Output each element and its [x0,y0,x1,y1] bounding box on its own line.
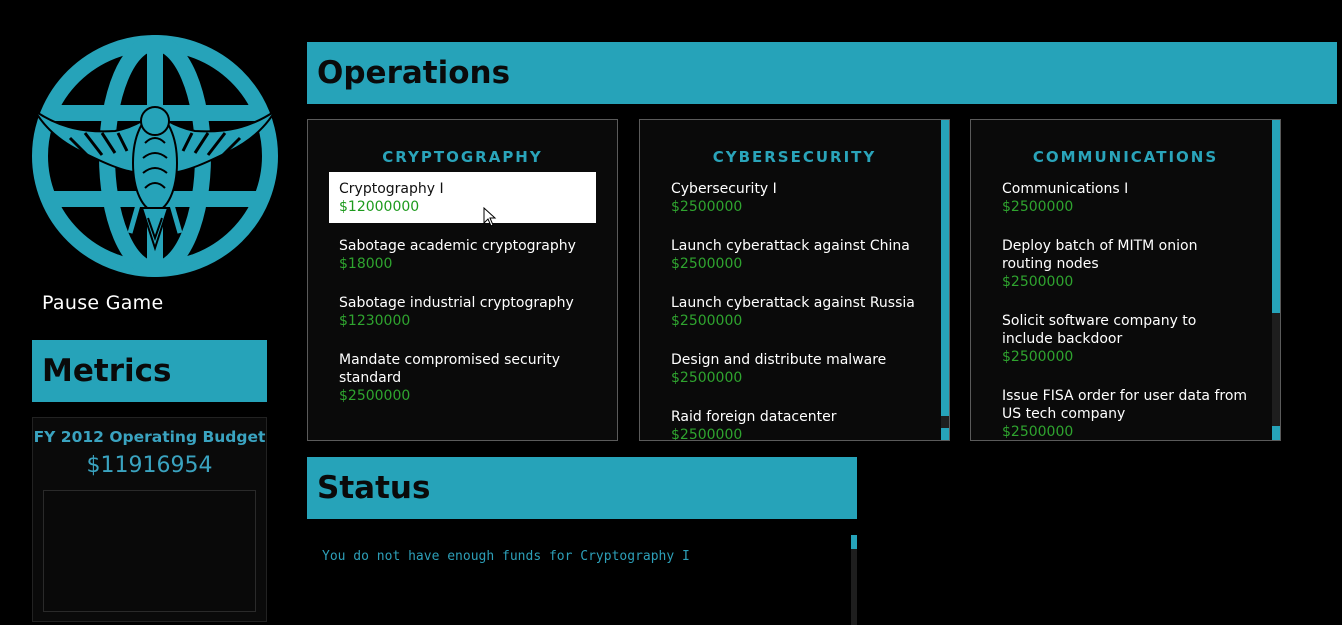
cybersecurity-panel: CYBERSECURITY Cybersecurity I $2500000 L… [639,119,950,441]
operation-name: Raid foreign datacenter [671,409,837,425]
operation-price: $2500000 [671,256,743,272]
operation-price: $2500000 [1002,424,1074,440]
status-header: Status [307,457,857,519]
operation-price: $2500000 [671,427,743,441]
operation-item[interactable]: Launch cyberattack against Russia $25000… [661,286,928,337]
status-scrollbar-thumb[interactable] [851,535,857,549]
operation-price: $1230000 [339,313,411,329]
operation-name: Solicit software company to include back… [1002,313,1197,347]
operation-name: Cryptography I [339,181,444,197]
budget-label: FY 2012 Operating Budget [33,428,266,446]
operation-name: Launch cyberattack against Russia [671,295,915,311]
status-message: You do not have enough funds for Cryptog… [322,549,690,564]
eagle-globe-logo-icon [32,35,278,277]
panel-title: CYBERSECURITY [712,148,877,166]
operation-price: $2500000 [671,313,743,329]
cryptography-panel: CRYPTOGRAPHY Cryptography I $12000000 Sa… [307,119,618,441]
scrollbar-thumb-end [941,428,949,440]
operation-name: Cybersecurity I [671,181,777,197]
operation-price: $2500000 [1002,199,1074,215]
pause-game-button[interactable]: Pause Game [42,292,163,314]
operation-name: Issue FISA order for user data from US t… [1002,388,1248,422]
operation-price: $12000000 [339,199,420,215]
operation-price: $2500000 [339,388,411,404]
operation-name: Sabotage industrial cryptography [339,295,574,311]
mouse-pointer-icon [483,207,497,227]
operation-name: Sabotage academic cryptography [339,238,576,254]
panel-title: COMMUNICATIONS [1032,148,1219,166]
scrollbar-thumb[interactable] [941,120,949,416]
operation-item[interactable]: Cryptography I $12000000 [329,172,596,223]
operation-price: $2500000 [671,199,743,215]
operation-item[interactable]: Issue FISA order for user data from US t… [992,379,1259,440]
operation-item[interactable]: Communications I $2500000 [992,172,1259,223]
operation-name: Communications I [1002,181,1129,197]
operation-name: Design and distribute malware [671,352,887,368]
panel-title: CRYPTOGRAPHY [382,148,543,166]
scrollbar-thumb[interactable] [1272,120,1280,313]
operation-item[interactable]: Raid foreign datacenter $2500000 [661,400,928,441]
operations-header: Operations [307,42,1337,104]
operation-item[interactable]: Cybersecurity I $2500000 [661,172,928,223]
operation-item[interactable]: Deploy batch of MITM onion routing nodes… [992,229,1259,298]
metrics-panel: FY 2012 Operating Budget $11916954 [32,417,267,622]
operation-name: Launch cyberattack against China [671,238,910,254]
metrics-header: Metrics [32,340,267,402]
operation-name: Mandate compromised security standard [339,352,561,386]
operation-item[interactable]: Design and distribute malware $2500000 [661,343,928,394]
budget-chart-area [43,490,256,612]
operation-item[interactable]: Mandate compromised security standard $2… [329,343,596,412]
operation-price: $2500000 [671,370,743,386]
operation-price: $2500000 [1002,349,1074,365]
communications-panel: COMMUNICATIONS Communications I $2500000… [970,119,1281,441]
operation-item[interactable]: Sabotage academic cryptography $18000 [329,229,596,280]
budget-value: $11916954 [86,453,213,478]
operation-price: $18000 [339,256,393,272]
operation-price: $2500000 [1002,274,1074,290]
operation-item[interactable]: Launch cyberattack against China $250000… [661,229,928,280]
operation-item[interactable]: Solicit software company to include back… [992,304,1259,373]
scrollbar-thumb-end [1272,426,1280,440]
operation-item[interactable]: Sabotage industrial cryptography $123000… [329,286,596,337]
operation-name: Deploy batch of MITM onion routing nodes [1002,238,1198,272]
